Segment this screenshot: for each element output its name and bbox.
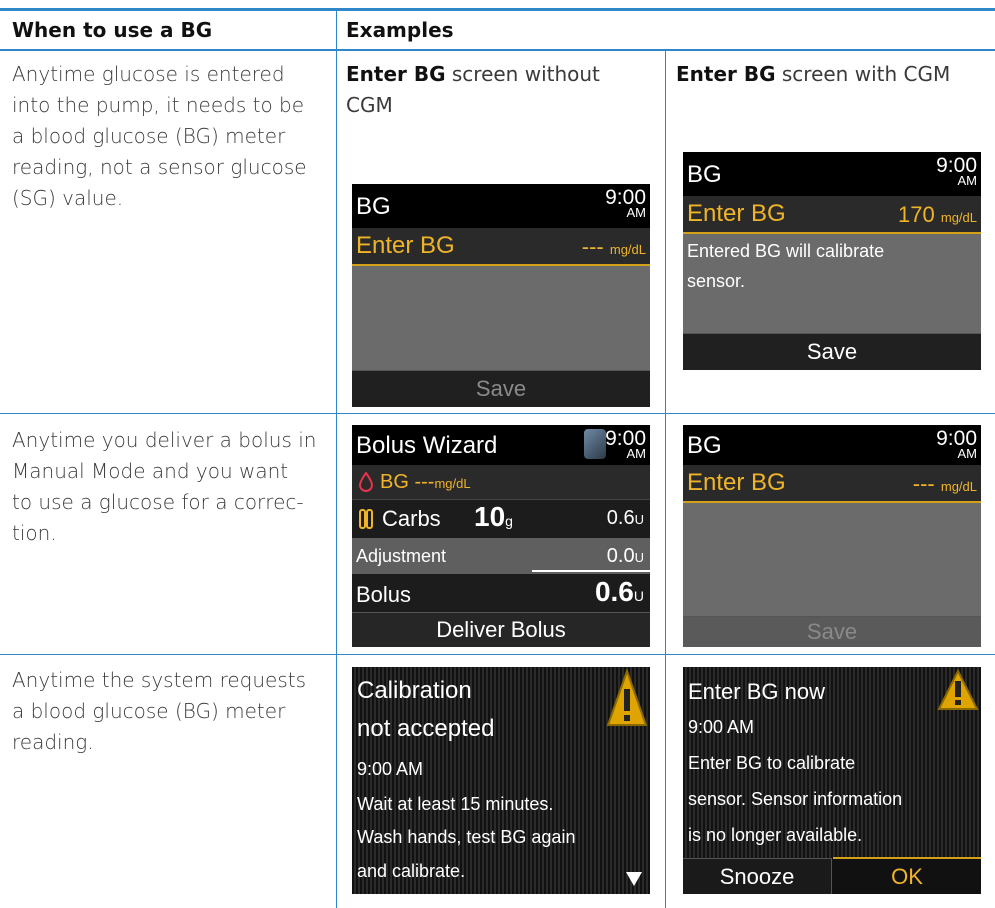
table-top-rule: [0, 8, 995, 11]
clock: 9:00 AM: [936, 154, 977, 188]
row3-description: Anytime the system requests a blood gluc…: [12, 668, 307, 754]
wizard-icon: [584, 429, 606, 459]
header-when: When to use a BG: [12, 18, 213, 42]
col-divider-2: [665, 51, 666, 908]
ok-button[interactable]: OK: [833, 857, 981, 894]
col-divider-1: [336, 10, 337, 908]
enter-bg-screen-cgm: BG 9:00 AM Enter BG 170 mg/dL Entered BG …: [683, 152, 981, 370]
snooze-button[interactable]: Snooze: [683, 858, 832, 894]
carbs-row[interactable]: Carbs 10g 0.6U: [352, 499, 650, 538]
status-bar: BG 9:00 AM: [683, 152, 981, 196]
warning-icon: [937, 669, 979, 710]
carbs-icon: [359, 509, 373, 529]
bg-row[interactable]: BG ---mg/dL: [352, 465, 650, 499]
warning-icon: [606, 669, 648, 726]
bolus-wizard-screen: Bolus Wizard 9:00 AM BG ---mg/dL Carbs 10…: [352, 425, 650, 647]
status-bar: Bolus Wizard 9:00 AM: [352, 425, 650, 465]
save-button[interactable]: Save: [683, 333, 981, 370]
enter-bg-screen-no-cgm: BG 9:00 AM Enter BG --- mg/dL Save: [352, 184, 650, 407]
enter-bg-row[interactable]: Enter BG --- mg/dL: [683, 465, 981, 503]
clock: 9:00 AM: [936, 427, 977, 461]
clock: 9:00 AM: [605, 427, 646, 461]
screen-title: BG: [687, 161, 722, 188]
calibration-alert-screen: Calibration not accepted 9:00 AM Wait at…: [352, 667, 650, 894]
adjustment-underline: [532, 570, 650, 572]
screen-title: BG: [356, 193, 391, 220]
bolus-row: Bolus 0.6U: [352, 574, 650, 612]
status-bar: BG 9:00 AM: [683, 425, 981, 465]
screen-title: Bolus Wizard: [356, 432, 498, 459]
status-bar: BG 9:00 AM: [352, 184, 650, 228]
row2-bottom-rule: [0, 654, 995, 655]
enter-bg-row[interactable]: Enter BG 170 mg/dL: [683, 196, 981, 234]
clock: 9:00 AM: [605, 186, 646, 220]
save-button[interactable]: Save: [683, 616, 981, 647]
calibrate-message: Entered BG will calibrate sensor.: [687, 241, 885, 291]
screen-title: BG: [687, 432, 722, 459]
scroll-down-arrow-icon[interactable]: [624, 870, 644, 888]
enter-bg-now-alert-screen: Enter BG now 9:00 AM Enter BG to calibra…: [683, 667, 981, 894]
caption-enter-bg-no-cgm: Enter BG screen without CGM: [346, 62, 600, 117]
caption-enter-bg-cgm: Enter BG screen with CGM: [676, 62, 951, 86]
enter-bg-row[interactable]: Enter BG --- mg/dL: [352, 228, 650, 266]
row2-description: Anytime you deliver a bolus in Manual Mo…: [12, 428, 317, 545]
save-button[interactable]: Save: [352, 370, 650, 407]
blood-drop-icon: [358, 472, 374, 492]
deliver-bolus-button[interactable]: Deliver Bolus: [352, 612, 650, 647]
header-bottom-rule: [0, 49, 995, 51]
adjustment-row[interactable]: Adjustment 0.0U: [352, 538, 650, 574]
row1-bottom-rule: [0, 413, 995, 414]
row1-description: Anytime glucose is entered into the pump…: [12, 62, 307, 210]
enter-bg-screen-manual: BG 9:00 AM Enter BG --- mg/dL Save: [683, 425, 981, 647]
header-examples: Examples: [346, 18, 454, 42]
